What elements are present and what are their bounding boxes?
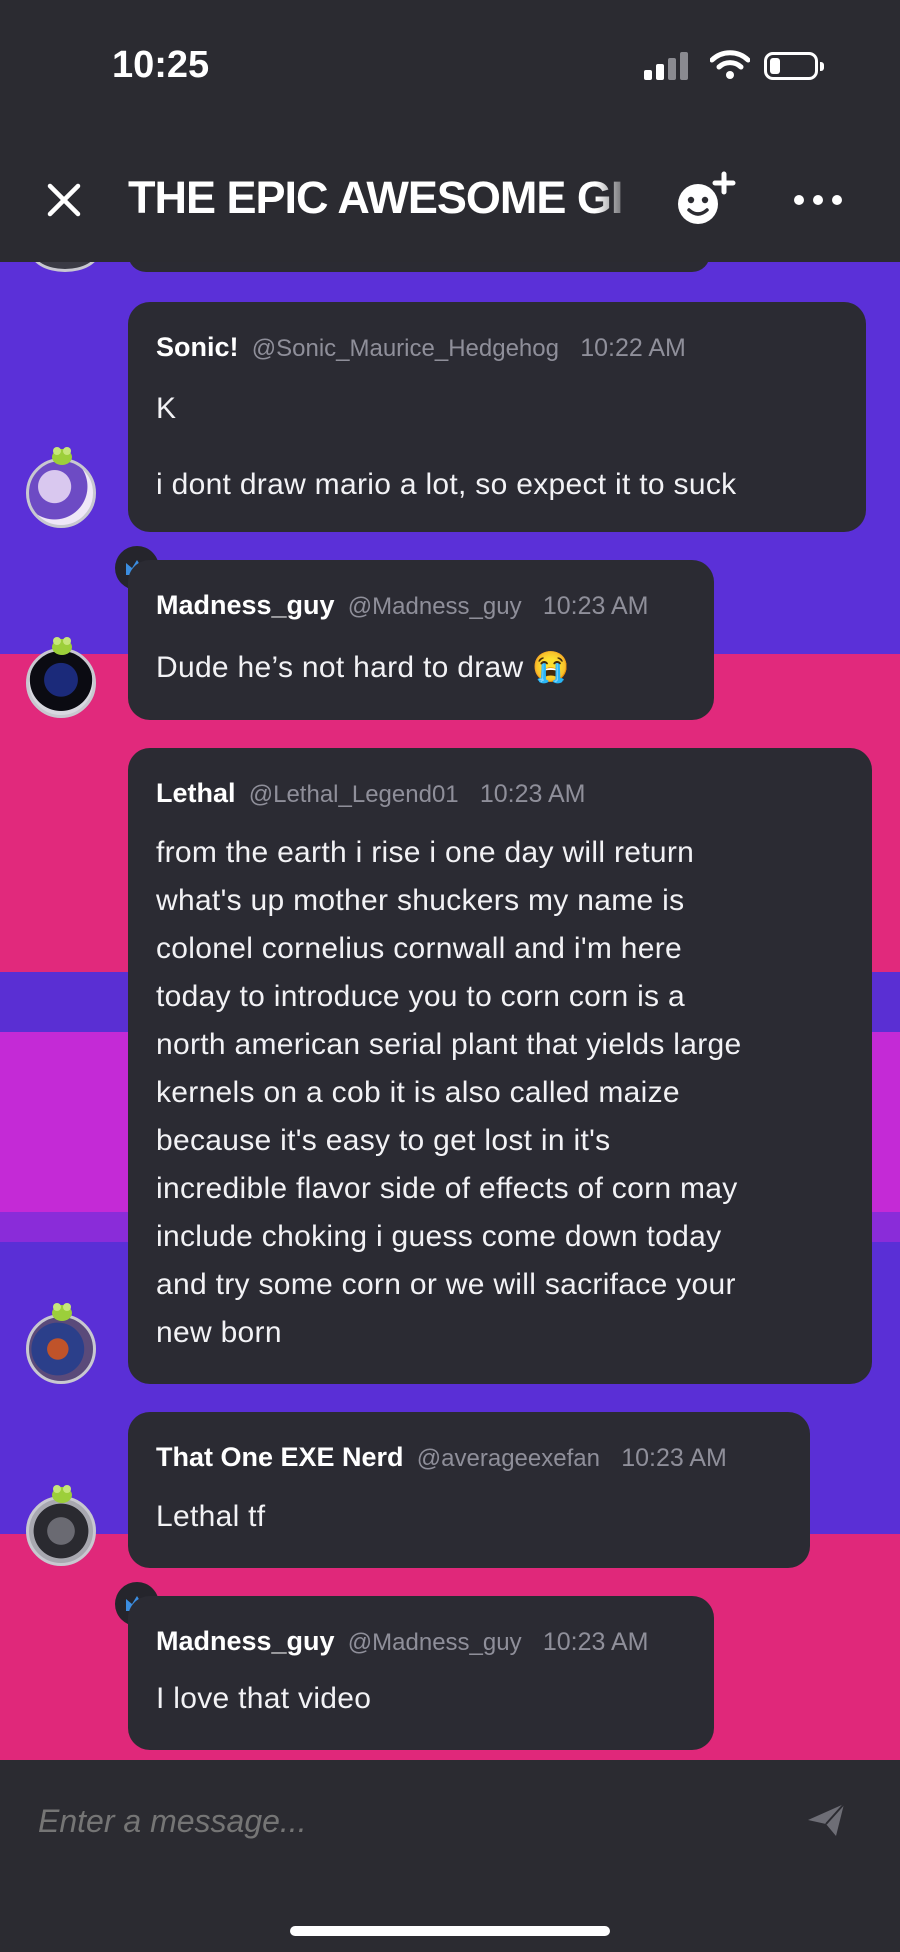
close-icon[interactable] bbox=[40, 176, 88, 224]
add-member-icon[interactable] bbox=[674, 170, 738, 230]
header-bar: 10:25 THE EPIC AWESOME GI bbox=[0, 0, 900, 262]
message-text: Lethal tf bbox=[156, 1500, 266, 1533]
status-time: 10:25 bbox=[112, 44, 210, 86]
more-icon[interactable] bbox=[790, 180, 846, 220]
message-meta: Madness_guy @Madness_guy 10:23 AM bbox=[156, 1626, 648, 1657]
author-name[interactable]: Madness_guy bbox=[156, 1626, 335, 1656]
author-handle: @Madness_guy bbox=[347, 593, 522, 620]
author-handle: @Sonic_Maurice_Hedgehog bbox=[251, 335, 559, 362]
message-list[interactable]: Sonic! @Sonic_Maurice_Hedgehog 10:22 AM … bbox=[0, 0, 900, 1760]
author-name[interactable]: Sonic! bbox=[156, 332, 239, 362]
message-text: from the earth i rise i one day will ret… bbox=[156, 836, 695, 869]
author-name[interactable]: That One EXE Nerd bbox=[156, 1442, 404, 1472]
chat-screen: 10:25 THE EPIC AWESOME GI Sonic! @Sonic_… bbox=[0, 0, 900, 1952]
message-time: 10:23 AM bbox=[479, 780, 586, 808]
status-icons bbox=[644, 48, 824, 88]
frog-badge-icon bbox=[52, 1485, 72, 1503]
message-bubble[interactable]: That One EXE Nerd @averageexefan 10:23 A… bbox=[128, 1412, 810, 1568]
message-meta: That One EXE Nerd @averageexefan 10:23 A… bbox=[156, 1442, 727, 1473]
message-meta: Sonic! @Sonic_Maurice_Hedgehog 10:22 AM bbox=[156, 332, 686, 363]
message-time: 10:23 AM bbox=[542, 1628, 649, 1656]
wifi-icon bbox=[710, 50, 750, 79]
author-handle: @Lethal_Legend01 bbox=[248, 781, 459, 808]
avatar[interactable] bbox=[26, 1314, 96, 1384]
message-text: north american serial plant that yields … bbox=[156, 1028, 742, 1061]
author-name[interactable]: Lethal bbox=[156, 778, 236, 808]
message-bubble[interactable]: Lethal @Lethal_Legend01 10:23 AM from th… bbox=[128, 748, 872, 1384]
message-time: 10:22 AM bbox=[580, 334, 686, 362]
chat-title[interactable]: THE EPIC AWESOME GI bbox=[128, 172, 626, 232]
message-meta: Lethal @Lethal_Legend01 10:23 AM bbox=[156, 778, 586, 809]
message-text: what's up mother shuckers my name is bbox=[156, 884, 685, 917]
message-input[interactable] bbox=[36, 1792, 740, 1850]
avatar[interactable] bbox=[26, 458, 96, 528]
battery-icon bbox=[764, 52, 824, 80]
message-text: I love that video bbox=[156, 1682, 372, 1715]
frog-badge-icon bbox=[52, 1303, 72, 1321]
message-text: colonel cornelius cornwall and i'm here bbox=[156, 932, 683, 965]
message-text: Dude he’s not hard to draw 😭 bbox=[156, 651, 570, 684]
message-bubble[interactable]: Madness_guy @Madness_guy 10:23 AM Dude h… bbox=[128, 560, 714, 720]
home-indicator[interactable] bbox=[290, 1926, 610, 1936]
frog-badge-icon bbox=[52, 447, 72, 465]
message-text: and try some corn or we will sacriface y… bbox=[156, 1268, 736, 1301]
message-bubble[interactable]: Madness_guy @Madness_guy 10:23 AM I love… bbox=[128, 1596, 714, 1750]
message-text: i dont draw mario a lot, so expect it to… bbox=[156, 468, 737, 501]
message-time: 10:23 AM bbox=[621, 1444, 727, 1472]
message-text: K bbox=[156, 392, 177, 425]
message-text: because it's easy to get lost in it's bbox=[156, 1124, 611, 1157]
author-handle: @averageexefan bbox=[416, 1445, 600, 1472]
frog-badge-icon bbox=[52, 637, 72, 655]
author-handle: @Madness_guy bbox=[347, 1629, 522, 1656]
message-text: new born bbox=[156, 1316, 282, 1349]
message-text: kernels on a cob it is also called maize bbox=[156, 1076, 680, 1109]
message-time: 10:23 AM bbox=[542, 592, 649, 620]
avatar[interactable] bbox=[26, 648, 96, 718]
send-icon[interactable] bbox=[806, 1802, 846, 1838]
author-name[interactable]: Madness_guy bbox=[156, 590, 335, 620]
message-composer bbox=[0, 1760, 900, 1952]
message-bubble[interactable]: Sonic! @Sonic_Maurice_Hedgehog 10:22 AM … bbox=[128, 302, 866, 532]
message-meta: Madness_guy @Madness_guy 10:23 AM bbox=[156, 590, 648, 621]
message-text: include choking i guess come down today bbox=[156, 1220, 722, 1253]
message-text: today to introduce you to corn corn is a bbox=[156, 980, 685, 1013]
avatar[interactable] bbox=[26, 1496, 96, 1566]
message-text: incredible flavor side of effects of cor… bbox=[156, 1172, 738, 1205]
